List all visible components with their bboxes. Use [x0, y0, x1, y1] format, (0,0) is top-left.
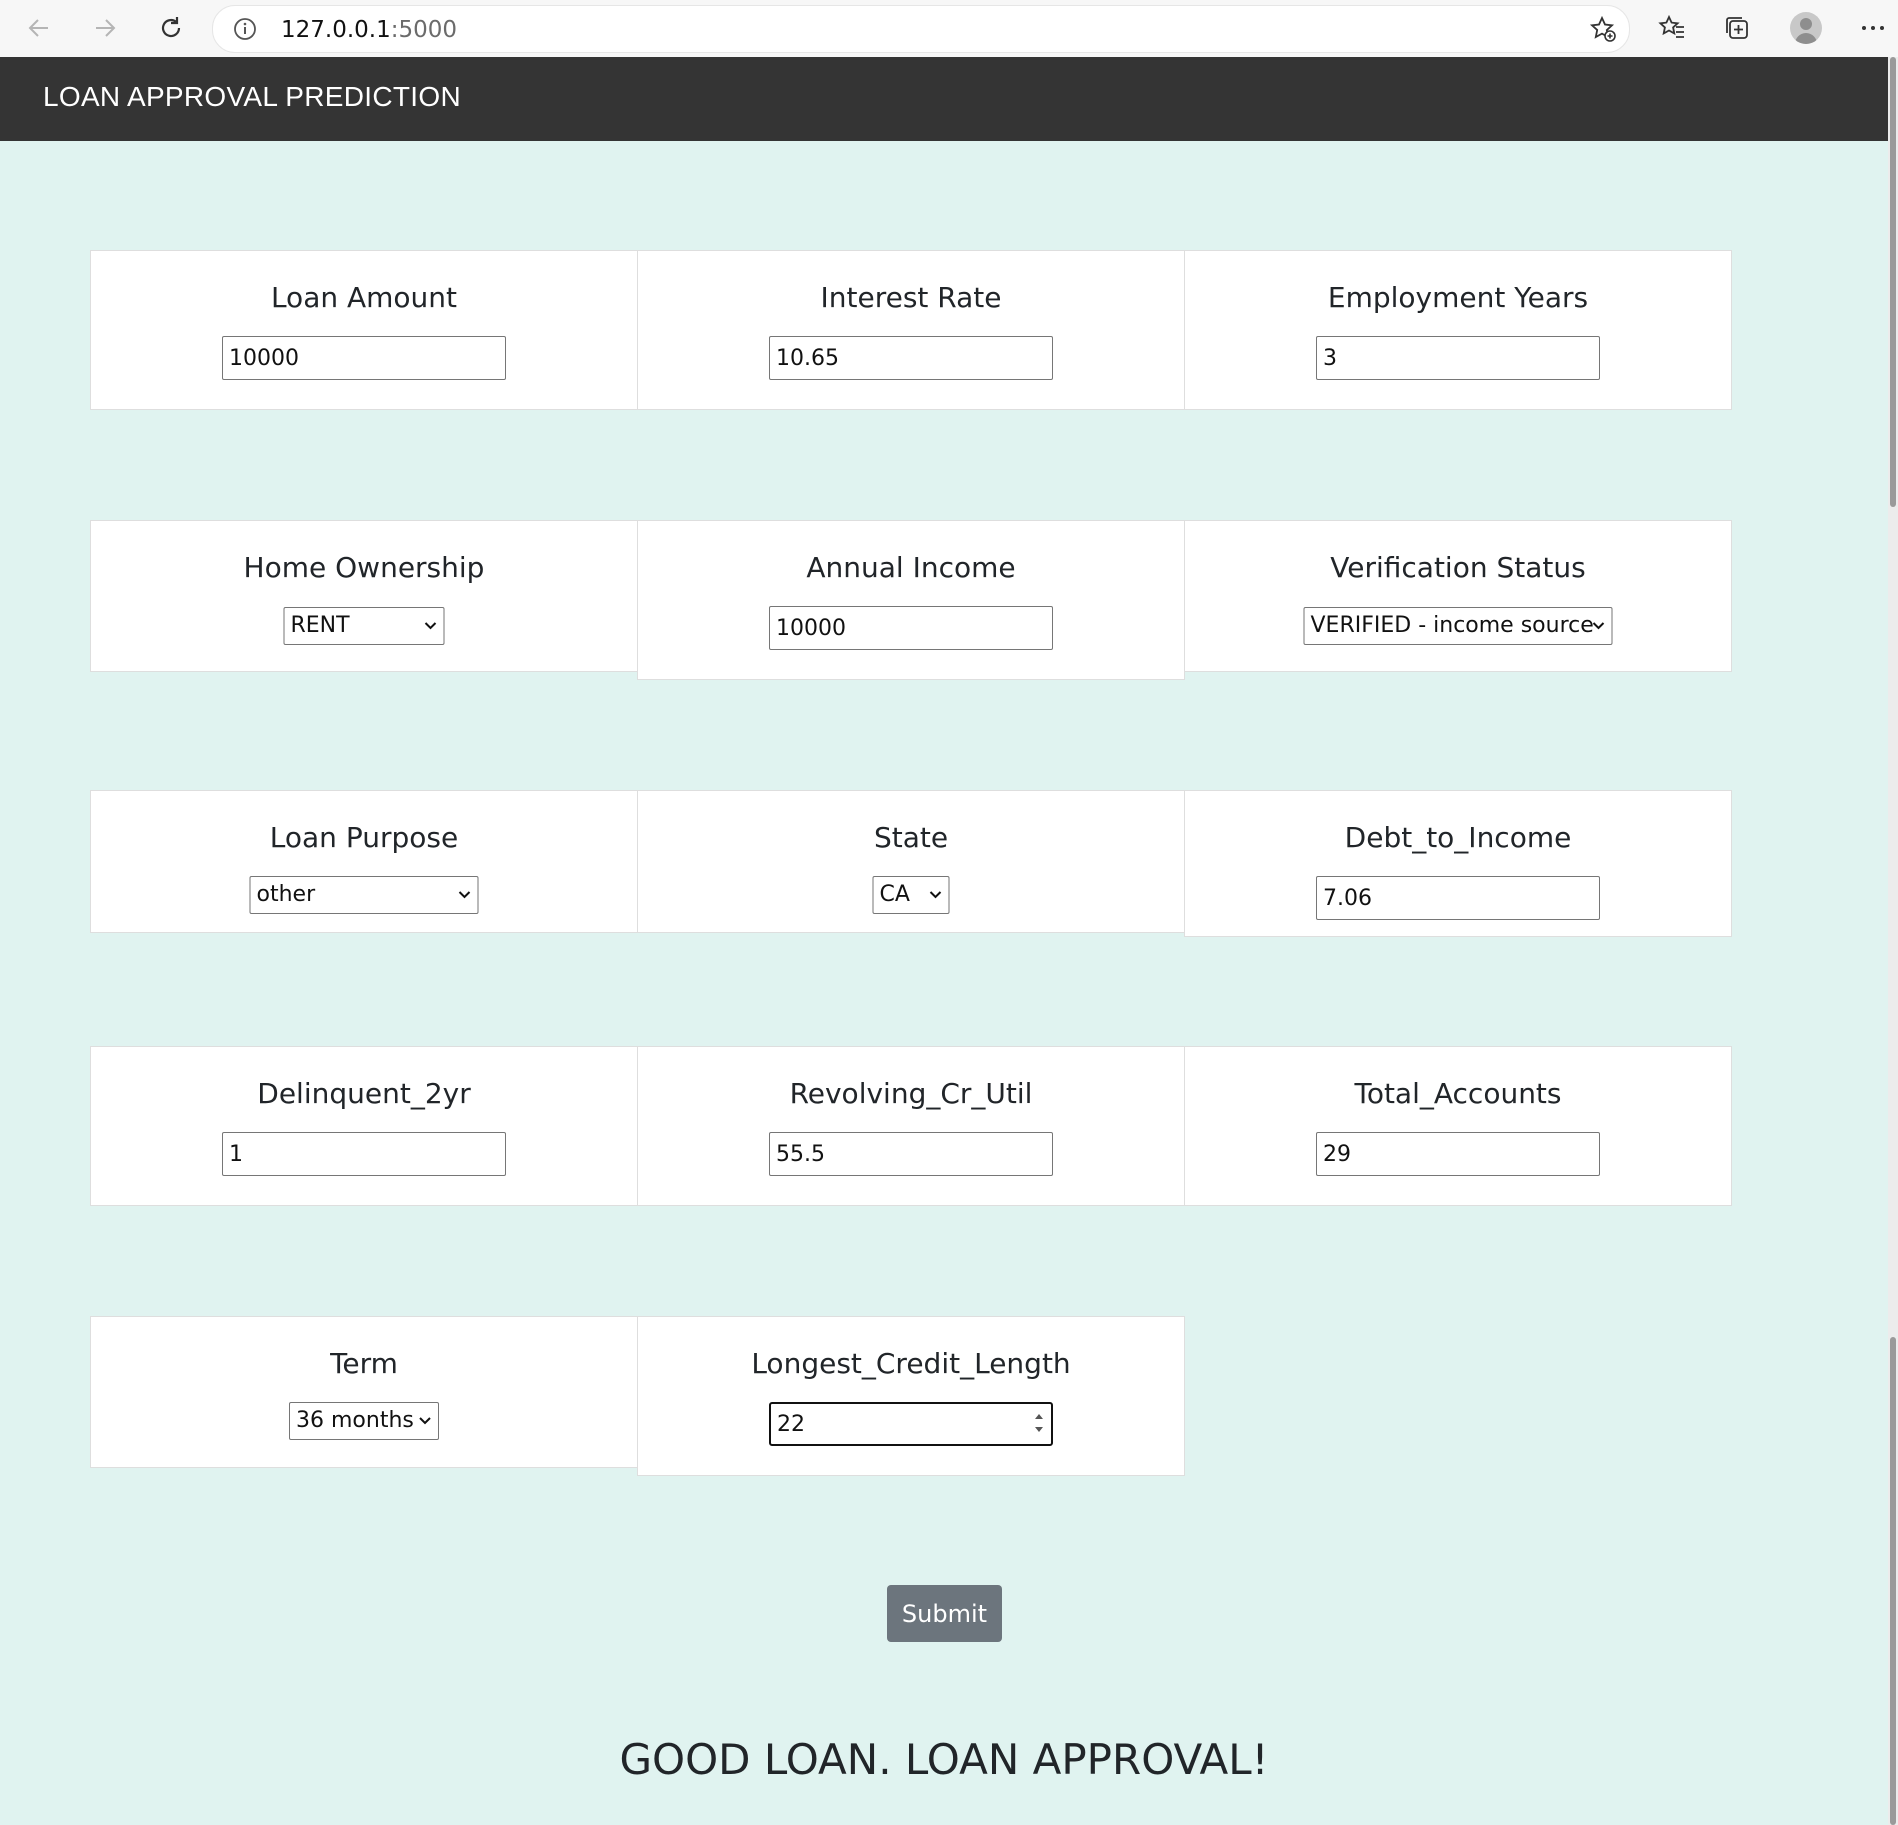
debt-to-income-card: Debt_to_Income [1184, 790, 1732, 937]
app-title[interactable]: LOAN APPROVAL PREDICTION [43, 81, 461, 113]
chevron-down-icon [419, 1417, 431, 1425]
loan-amount-input[interactable] [222, 336, 506, 380]
back-arrow-icon [28, 19, 48, 37]
favorites-button[interactable] [1650, 6, 1694, 50]
chevron-down-icon [929, 891, 942, 899]
debt-to-income-label: Debt_to_Income [1344, 821, 1572, 854]
more-icon [1862, 26, 1884, 30]
app-navbar: LOAN APPROVAL PREDICTION [0, 57, 1888, 141]
term-select[interactable]: 36 months [289, 1402, 439, 1440]
forward-arrow-icon [96, 19, 116, 37]
scrollbar-thumb-lower[interactable] [1890, 1337, 1896, 1825]
interest-rate-label: Interest Rate [820, 281, 1002, 314]
term-selected: 36 months [296, 1408, 414, 1433]
home-ownership-selected: RENT [290, 613, 350, 638]
employment-years-label: Employment Years [1327, 281, 1589, 314]
state-selected: CA [879, 882, 910, 907]
home-ownership-card: Home Ownership RENT [90, 520, 638, 672]
verification-status-label: Verification Status [1330, 551, 1586, 584]
delinquent-2yr-card: Delinquent_2yr [90, 1046, 638, 1206]
prediction-result: GOOD LOAN. LOAN APPROVAL! [619, 1735, 1269, 1784]
revolving-cr-util-label: Revolving_Cr_Util [789, 1077, 1033, 1110]
collections-button[interactable] [1715, 6, 1759, 50]
debt-to-income-input[interactable] [1316, 876, 1600, 920]
interest-rate-input[interactable] [769, 336, 1053, 380]
employment-years-input[interactable] [1316, 336, 1600, 380]
state-card: State CA [637, 790, 1185, 933]
submit-button[interactable]: Submit [887, 1585, 1002, 1642]
interest-rate-card: Interest Rate [637, 250, 1185, 410]
longest-credit-length-card: Longest_Credit_Length [637, 1316, 1185, 1476]
longest-credit-length-field[interactable] [769, 1402, 1053, 1446]
avatar [1790, 12, 1822, 44]
site-info-icon[interactable] [233, 17, 257, 45]
reload-button[interactable] [149, 6, 193, 50]
state-label: State [873, 821, 949, 854]
verification-status-card: Verification Status VERIFIED - income so… [1184, 520, 1732, 672]
scrollbar-thumb[interactable] [1890, 57, 1896, 507]
loan-purpose-card: Loan Purpose other [90, 790, 638, 933]
revolving-cr-util-card: Revolving_Cr_Util [637, 1046, 1185, 1206]
delinquent-2yr-label: Delinquent_2yr [257, 1077, 471, 1110]
annual-income-input[interactable] [769, 606, 1053, 650]
more-options-button[interactable] [1851, 6, 1895, 50]
employment-years-card: Employment Years [1184, 250, 1732, 410]
annual-income-card: Annual Income [637, 520, 1185, 680]
back-button[interactable] [17, 6, 61, 50]
chevron-down-icon [1592, 622, 1605, 630]
loan-amount-card: Loan Amount [90, 250, 638, 410]
number-spinner-icon[interactable] [1031, 1406, 1047, 1440]
home-ownership-label: Home Ownership [243, 551, 485, 584]
loan-purpose-label: Loan Purpose [269, 821, 459, 854]
annual-income-label: Annual Income [806, 551, 1016, 584]
url-text: 127.0.0.1:5000 [281, 17, 458, 43]
term-card: Term 36 months [90, 1316, 638, 1468]
verification-status-select[interactable]: VERIFIED - income source [1303, 607, 1613, 645]
reload-icon [161, 17, 181, 38]
browser-toolbar: 127.0.0.1:5000 [0, 0, 1898, 58]
add-favorite-icon[interactable] [1589, 15, 1617, 47]
forward-button[interactable] [83, 6, 127, 50]
total-accounts-card: Total_Accounts [1184, 1046, 1732, 1206]
state-select[interactable]: CA [872, 876, 950, 914]
chevron-down-icon [458, 891, 471, 899]
delinquent-2yr-input[interactable] [222, 1132, 506, 1176]
total-accounts-input[interactable] [1316, 1132, 1600, 1176]
favorites-icon [1658, 14, 1684, 38]
term-label: Term [330, 1347, 398, 1380]
address-bar[interactable]: 127.0.0.1:5000 [212, 5, 1630, 53]
total-accounts-label: Total_Accounts [1354, 1077, 1562, 1110]
loan-amount-label: Loan Amount [270, 281, 458, 314]
profile-button[interactable] [1784, 6, 1828, 50]
revolving-cr-util-input[interactable] [769, 1132, 1053, 1176]
longest-credit-length-input[interactable] [769, 1402, 1053, 1446]
collections-icon [1726, 17, 1748, 39]
home-ownership-select[interactable]: RENT [283, 607, 445, 645]
verification-status-selected: VERIFIED - income source [1310, 613, 1594, 638]
chevron-down-icon [424, 622, 437, 630]
loan-purpose-select[interactable]: other [249, 876, 479, 914]
loan-purpose-selected: other [256, 882, 316, 907]
longest-credit-length-label: Longest_Credit_Length [751, 1347, 1071, 1380]
page-scrollbar[interactable] [1888, 57, 1898, 1825]
